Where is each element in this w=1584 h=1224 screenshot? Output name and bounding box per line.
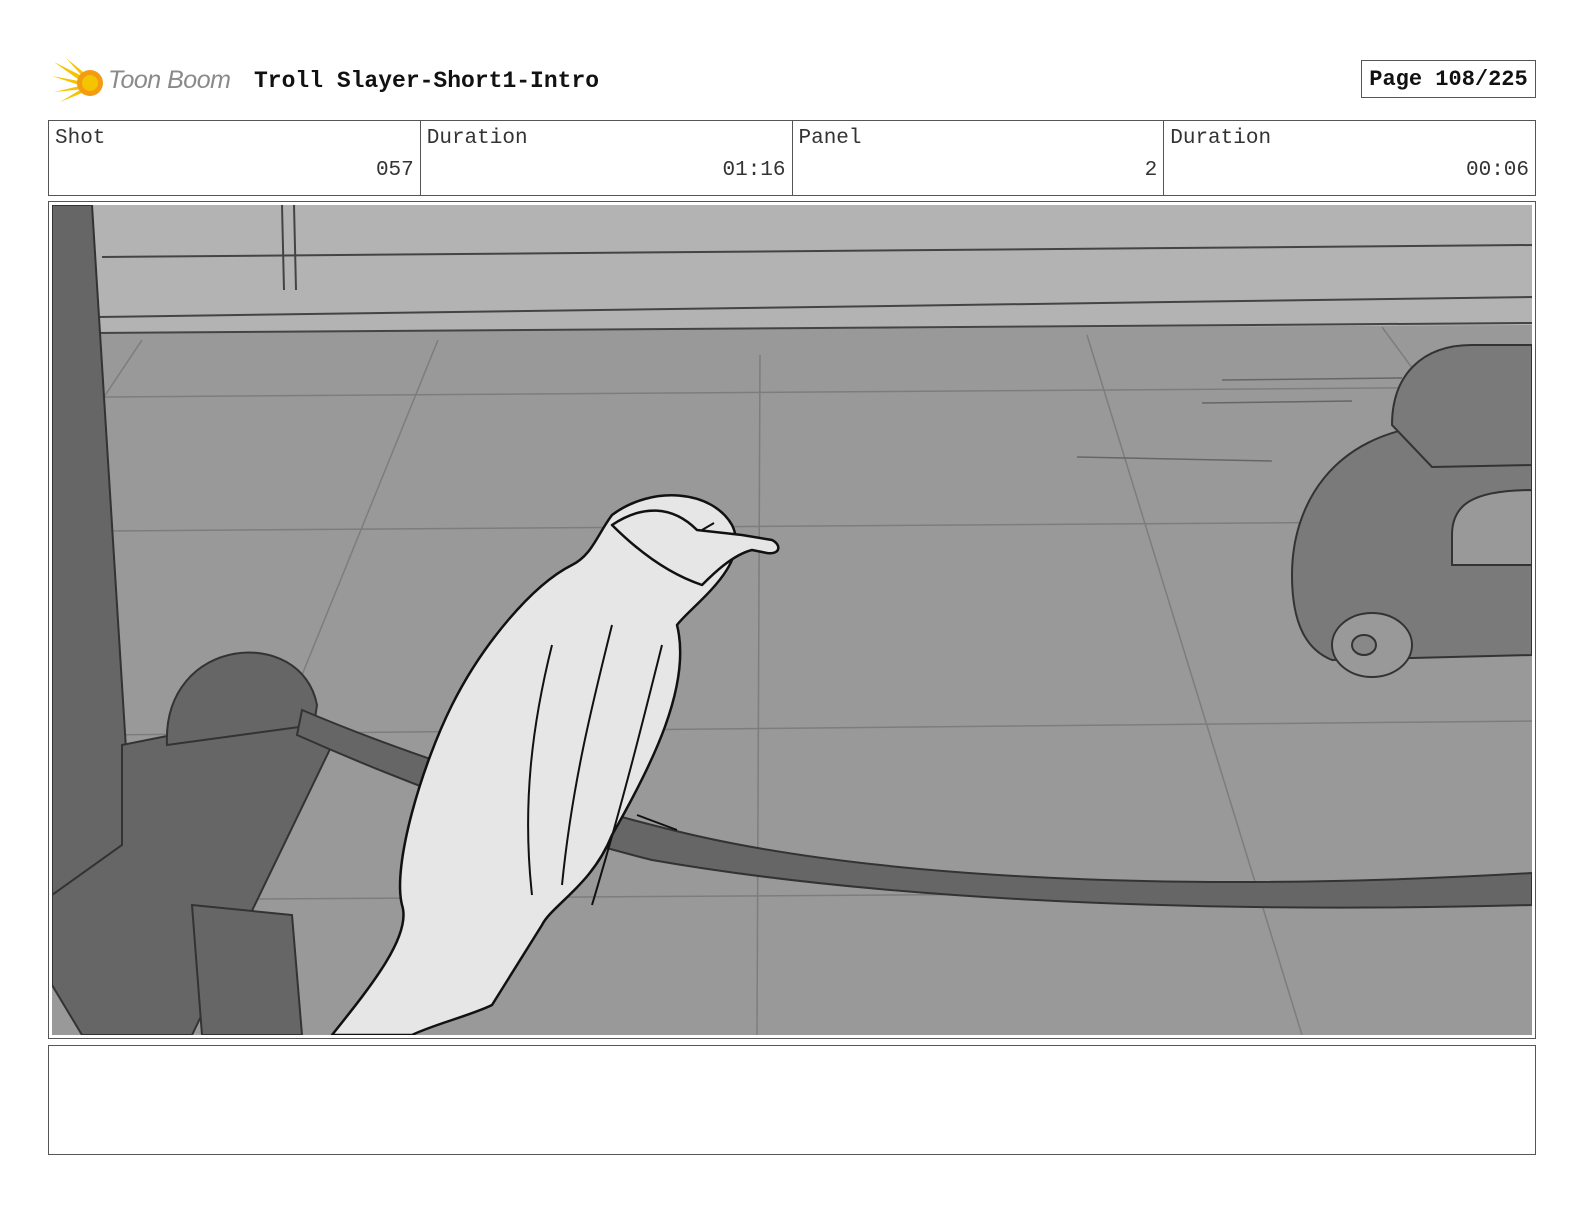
panel-label: Panel (798, 127, 862, 150)
page-number: Page 108/225 (1361, 60, 1536, 98)
panel-duration-label: Duration (1170, 127, 1272, 150)
page-header: Toon Boom Troll Slayer-Short1-Intro Page… (48, 56, 1536, 106)
panel-cell: Panel 2 (793, 121, 1165, 195)
storyboard-panel-image (52, 205, 1532, 1035)
shot-info-table: Shot 057 Duration 01:16 Panel 2 Duration… (48, 120, 1536, 196)
storyboard-sketch (52, 205, 1532, 1035)
panel-notes-box (48, 1045, 1536, 1155)
shot-duration-label: Duration (426, 127, 528, 150)
panel-value: 2 (1144, 159, 1158, 182)
burst-logo-icon (52, 58, 103, 102)
toon-boom-logo: Toon Boom (52, 56, 242, 106)
shot-label: Shot (55, 127, 106, 150)
panel-duration-cell: Duration 00:06 (1164, 121, 1535, 195)
shot-value: 057 (375, 159, 414, 182)
shot-duration-value: 01:16 (722, 159, 786, 182)
panel-duration-value: 00:06 (1465, 159, 1529, 182)
shot-duration-cell: Duration 01:16 (421, 121, 793, 195)
document-title: Troll Slayer-Short1-Intro (254, 68, 600, 94)
shot-cell: Shot 057 (49, 121, 421, 195)
logo-text: Toon Boom (108, 66, 231, 94)
